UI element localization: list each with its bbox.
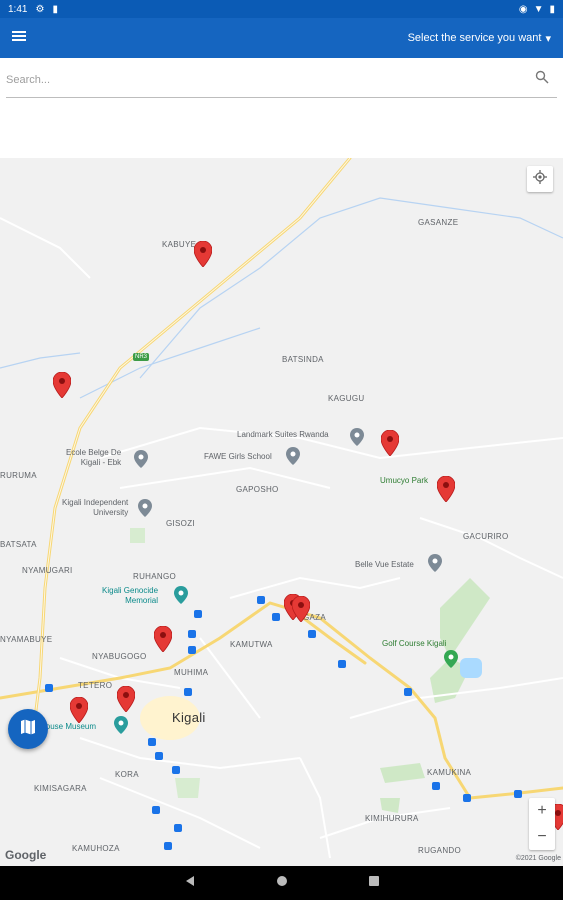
poi-label[interactable]: FAWE Girls School xyxy=(204,452,272,462)
bus-stop-icon[interactable] xyxy=(164,842,172,850)
bus-stop-icon[interactable] xyxy=(432,782,440,790)
service-dropdown[interactable]: Select the service you want ▾ xyxy=(408,32,551,45)
search-bar xyxy=(6,62,557,98)
place-label: BATSINDA xyxy=(282,355,324,364)
chevron-down-icon: ▾ xyxy=(545,32,551,45)
bus-stop-icon[interactable] xyxy=(257,596,265,604)
map-copyright: ©2021 Google xyxy=(515,855,561,862)
google-logo: Google xyxy=(5,848,47,862)
place-label: KIMIHURURA xyxy=(365,814,419,823)
poi-pin-icon[interactable] xyxy=(138,499,152,517)
bus-stop-icon[interactable] xyxy=(188,646,196,654)
bus-stop-icon[interactable] xyxy=(194,610,202,618)
bus-stop-icon[interactable] xyxy=(338,660,346,668)
place-label: GASANZE xyxy=(418,218,459,227)
place-label: RURUMA xyxy=(0,471,37,480)
poi-label[interactable]: Umucyo Park xyxy=(380,476,428,486)
place-label: GISOZI xyxy=(166,519,195,528)
zoom-out-button[interactable]: − xyxy=(529,824,555,850)
place-label: KORA xyxy=(115,770,139,779)
poi-label[interactable]: Kigali Independent University xyxy=(62,498,128,518)
location-marker[interactable] xyxy=(193,240,213,268)
search-icon[interactable] xyxy=(535,70,549,89)
navigation-bar xyxy=(0,866,563,900)
map-icon xyxy=(19,718,37,741)
bus-stop-icon[interactable] xyxy=(152,806,160,814)
poi-pin-icon[interactable] xyxy=(114,716,128,734)
recents-icon[interactable] xyxy=(368,874,380,892)
place-label: NYAMABUYE xyxy=(0,635,53,644)
wifi-icon: ▼ xyxy=(533,3,544,15)
poi-label[interactable]: Ecole Belge De Kigali - Ebk xyxy=(66,448,121,468)
bus-stop-icon[interactable] xyxy=(174,824,182,832)
poi-pin-icon[interactable] xyxy=(286,447,300,465)
location-marker[interactable] xyxy=(436,475,456,503)
place-label: KIMISAGARA xyxy=(34,784,87,793)
poi-pin-icon[interactable] xyxy=(444,650,458,668)
bus-stop-icon[interactable] xyxy=(404,688,412,696)
bus-stop-icon[interactable] xyxy=(148,738,156,746)
bus-stop-icon[interactable] xyxy=(272,613,280,621)
battery-icon: ▮ xyxy=(549,3,555,15)
poi-pin-icon[interactable] xyxy=(428,554,442,572)
location-marker[interactable] xyxy=(380,429,400,457)
location-marker[interactable] xyxy=(153,625,173,653)
location-marker[interactable] xyxy=(291,595,311,623)
poi-label[interactable]: House Museum xyxy=(40,722,96,732)
home-icon[interactable] xyxy=(276,874,288,892)
my-location-button[interactable] xyxy=(527,166,553,192)
poi-pin-icon[interactable] xyxy=(350,428,364,446)
poi-label[interactable]: Belle Vue Estate xyxy=(355,560,414,570)
location-marker[interactable] xyxy=(116,685,136,713)
sim-icon: ▮ xyxy=(52,3,58,15)
app-bar: Select the service you want ▾ xyxy=(0,18,563,58)
status-bar: 1:41 ⚙ ▮ ◉ ▼ ▮ xyxy=(0,0,563,18)
place-label: RUHANGO xyxy=(133,572,176,581)
zoom-in-button[interactable]: + xyxy=(529,798,555,824)
place-label: GACURIRO xyxy=(463,532,509,541)
place-label: MUHIMA xyxy=(174,668,209,677)
place-label: BATSATA xyxy=(0,540,37,549)
bus-stop-icon[interactable] xyxy=(308,630,316,638)
bus-stop-icon[interactable] xyxy=(188,630,196,638)
map-fab-button[interactable] xyxy=(8,709,48,749)
search-input[interactable] xyxy=(6,73,535,86)
place-label: KAMUKINA xyxy=(427,768,472,777)
poi-label[interactable]: Kigali Genocide Memorial xyxy=(102,586,158,606)
location-status-icon: ◉ xyxy=(518,3,528,15)
service-dropdown-label: Select the service you want xyxy=(407,32,542,44)
place-label: KAMUHOZA xyxy=(72,844,120,853)
bus-stop-icon[interactable] xyxy=(155,752,163,760)
place-label: GAPOSHO xyxy=(236,485,279,494)
bus-stop-icon[interactable] xyxy=(514,790,522,798)
bus-stop-icon[interactable] xyxy=(172,766,180,774)
bus-stop-icon[interactable] xyxy=(184,688,192,696)
settings-icon: ⚙ xyxy=(35,3,45,15)
place-label: TETERO xyxy=(78,681,113,690)
poi-label[interactable]: Golf Course Kigali xyxy=(382,639,446,649)
place-label: NYABUGOGO xyxy=(92,652,147,661)
menu-icon[interactable] xyxy=(12,29,30,47)
location-marker[interactable] xyxy=(69,696,89,724)
place-label: NYAMUGARI xyxy=(22,566,73,575)
bus-stop-icon[interactable] xyxy=(45,684,53,692)
back-icon[interactable] xyxy=(184,874,196,892)
place-label: KAGUGU xyxy=(328,394,365,403)
poi-pin-icon[interactable] xyxy=(134,450,148,468)
road-badge: NR3 xyxy=(133,353,150,361)
crosshair-icon xyxy=(533,169,547,189)
location-marker[interactable] xyxy=(52,371,72,399)
zoom-control: + − xyxy=(529,798,555,850)
place-label: KAMUTWA xyxy=(230,640,273,649)
status-time: 1:41 xyxy=(8,3,28,15)
map-view[interactable]: KABUYE GASANZE BATSINDA KAGUGU RURUMA GA… xyxy=(0,158,563,866)
place-label: Kigali xyxy=(172,710,206,725)
poi-label[interactable]: Landmark Suites Rwanda xyxy=(237,430,329,440)
place-label: KABUYE xyxy=(162,240,197,249)
poi-pin-icon[interactable] xyxy=(174,586,188,604)
bus-stop-icon[interactable] xyxy=(463,794,471,802)
place-label: RUGANDO xyxy=(418,846,461,855)
